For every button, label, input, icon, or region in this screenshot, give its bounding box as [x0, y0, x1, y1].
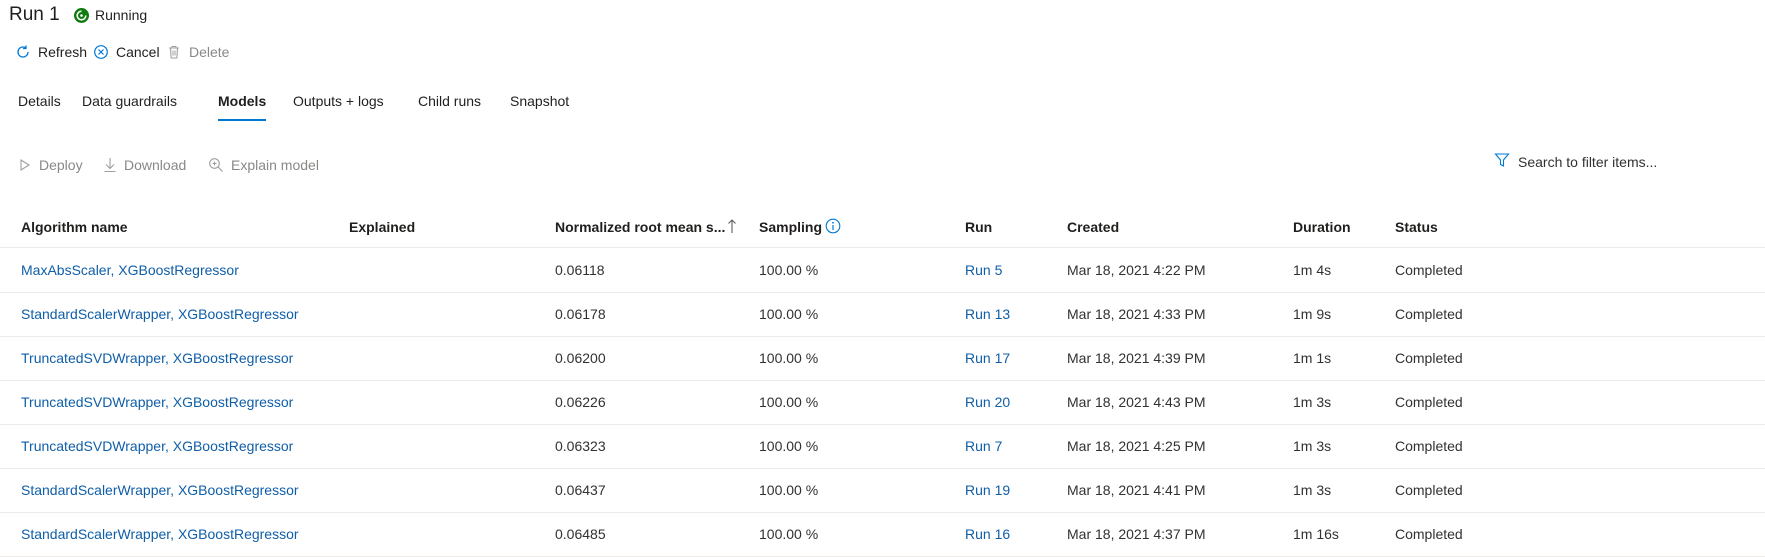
run-link[interactable]: Run 20 — [965, 393, 1010, 411]
duration-cell: 1m 9s — [1293, 306, 1332, 322]
run-link[interactable]: Run 5 — [965, 261, 1002, 279]
tab-data-guardrails[interactable]: Data guardrails — [82, 92, 177, 110]
download-button[interactable]: Download — [103, 156, 186, 174]
col-algorithm-name[interactable]: Algorithm name — [21, 218, 128, 236]
nrmse-cell: 0.06226 — [555, 394, 606, 410]
created-cell: Mar 18, 2021 4:39 PM — [1067, 350, 1206, 366]
deploy-button[interactable]: Deploy — [18, 156, 83, 174]
col-nrmse[interactable]: Normalized root mean s... — [555, 218, 725, 236]
explain-model-label: Explain model — [231, 157, 319, 173]
search-icon — [208, 157, 224, 173]
sampling-cell: 100.00 % — [759, 482, 819, 498]
duration-cell: 1m 1s — [1293, 350, 1332, 366]
algorithm-link[interactable]: TruncatedSVDWrapper, XGBoostRegressor — [21, 349, 293, 367]
run-link[interactable]: Run 13 — [965, 305, 1010, 323]
algorithm-link[interactable]: StandardScalerWrapper, XGBoostRegressor — [21, 305, 299, 323]
table-row[interactable]: StandardScalerWrapper, XGBoostRegressor 0… — [0, 512, 1765, 557]
active-tab-indicator — [218, 119, 266, 121]
duration-cell: 1m 3s — [1293, 438, 1332, 454]
nrmse-cell: 0.06118 — [555, 262, 605, 278]
col-sampling[interactable]: Sampling — [759, 218, 822, 236]
created-cell: Mar 18, 2021 4:41 PM — [1067, 482, 1206, 498]
sampling-cell: 100.00 % — [759, 262, 819, 278]
cancel-button[interactable]: Cancel — [93, 43, 160, 61]
sampling-cell: 100.00 % — [759, 526, 819, 542]
created-cell: Mar 18, 2021 4:43 PM — [1067, 394, 1206, 410]
running-icon — [74, 7, 89, 23]
col-status[interactable]: Status — [1395, 218, 1438, 236]
algorithm-link[interactable]: MaxAbsScaler, XGBoostRegressor — [21, 261, 239, 279]
created-cell: Mar 18, 2021 4:37 PM — [1067, 526, 1206, 542]
arrow-up-icon[interactable] — [727, 218, 737, 239]
algorithm-link[interactable]: StandardScalerWrapper, XGBoostRegressor — [21, 525, 299, 543]
tab-snapshot[interactable]: Snapshot — [510, 92, 569, 110]
sampling-cell: 100.00 % — [759, 306, 819, 322]
play-icon — [18, 158, 32, 172]
refresh-icon — [15, 44, 31, 60]
status-cell: Completed — [1395, 306, 1463, 322]
download-label: Download — [124, 157, 187, 173]
tab-outputs-logs[interactable]: Outputs + logs — [293, 92, 384, 110]
deploy-label: Deploy — [39, 157, 83, 173]
nrmse-cell: 0.06437 — [555, 482, 606, 498]
run-status: Running — [74, 6, 147, 24]
run-link[interactable]: Run 17 — [965, 349, 1010, 367]
created-cell: Mar 18, 2021 4:25 PM — [1067, 438, 1206, 454]
col-run[interactable]: Run — [965, 218, 992, 236]
cancel-label: Cancel — [116, 44, 160, 60]
trash-icon — [166, 44, 182, 60]
sampling-cell: 100.00 % — [759, 394, 819, 410]
created-cell: Mar 18, 2021 4:22 PM — [1067, 262, 1206, 278]
delete-label: Delete — [189, 44, 230, 60]
page-title: Run 1 — [9, 4, 60, 25]
download-icon — [103, 157, 117, 173]
run-link[interactable]: Run 19 — [965, 481, 1010, 499]
filter-icon — [1494, 152, 1510, 171]
explain-model-button[interactable]: Explain model — [208, 156, 319, 174]
tab-models[interactable]: Models — [218, 92, 266, 110]
nrmse-cell: 0.06178 — [555, 306, 606, 322]
delete-button[interactable]: Delete — [166, 43, 229, 61]
sampling-cell: 100.00 % — [759, 438, 819, 454]
cancel-icon — [93, 44, 109, 60]
nrmse-cell: 0.06485 — [555, 526, 606, 542]
duration-cell: 1m 3s — [1293, 394, 1332, 410]
status-cell: Completed — [1395, 394, 1463, 410]
col-created[interactable]: Created — [1067, 218, 1119, 236]
refresh-label: Refresh — [38, 44, 88, 60]
status-cell: Completed — [1395, 438, 1463, 454]
col-explained[interactable]: Explained — [349, 218, 415, 236]
info-icon[interactable] — [825, 218, 841, 239]
status-cell: Completed — [1395, 482, 1463, 498]
status-text: Running — [95, 7, 148, 23]
run-link[interactable]: Run 7 — [965, 437, 1002, 455]
duration-cell: 1m 16s — [1293, 526, 1339, 542]
search-filter[interactable]: Search to filter items... — [1494, 152, 1657, 171]
sampling-cell: 100.00 % — [759, 350, 819, 366]
algorithm-link[interactable]: TruncatedSVDWrapper, XGBoostRegressor — [21, 393, 293, 411]
table-row[interactable]: StandardScalerWrapper, XGBoostRegressor 0… — [0, 292, 1765, 337]
tab-details[interactable]: Details — [18, 92, 61, 110]
refresh-button[interactable]: Refresh — [15, 43, 87, 61]
col-duration[interactable]: Duration — [1293, 218, 1351, 236]
table-row[interactable]: TruncatedSVDWrapper, XGBoostRegressor 0.0… — [0, 336, 1765, 381]
created-cell: Mar 18, 2021 4:33 PM — [1067, 306, 1206, 322]
table-row[interactable]: TruncatedSVDWrapper, XGBoostRegressor 0.0… — [0, 424, 1765, 469]
run-link[interactable]: Run 16 — [965, 525, 1010, 543]
table-row[interactable]: StandardScalerWrapper, XGBoostRegressor 0… — [0, 468, 1765, 513]
algorithm-link[interactable]: StandardScalerWrapper, XGBoostRegressor — [21, 481, 299, 499]
search-input[interactable]: Search to filter items... — [1518, 154, 1657, 170]
table-row[interactable]: MaxAbsScaler, XGBoostRegressor 0.06118 100… — [0, 248, 1765, 293]
table-row[interactable]: TruncatedSVDWrapper, XGBoostRegressor 0.0… — [0, 380, 1765, 425]
status-cell: Completed — [1395, 526, 1463, 542]
duration-cell: 1m 3s — [1293, 482, 1332, 498]
status-cell: Completed — [1395, 262, 1463, 278]
status-cell: Completed — [1395, 350, 1463, 366]
nrmse-cell: 0.06200 — [555, 350, 606, 366]
nrmse-cell: 0.06323 — [555, 438, 606, 454]
duration-cell: 1m 4s — [1293, 262, 1332, 278]
algorithm-link[interactable]: TruncatedSVDWrapper, XGBoostRegressor — [21, 437, 293, 455]
tab-child-runs[interactable]: Child runs — [418, 92, 481, 110]
